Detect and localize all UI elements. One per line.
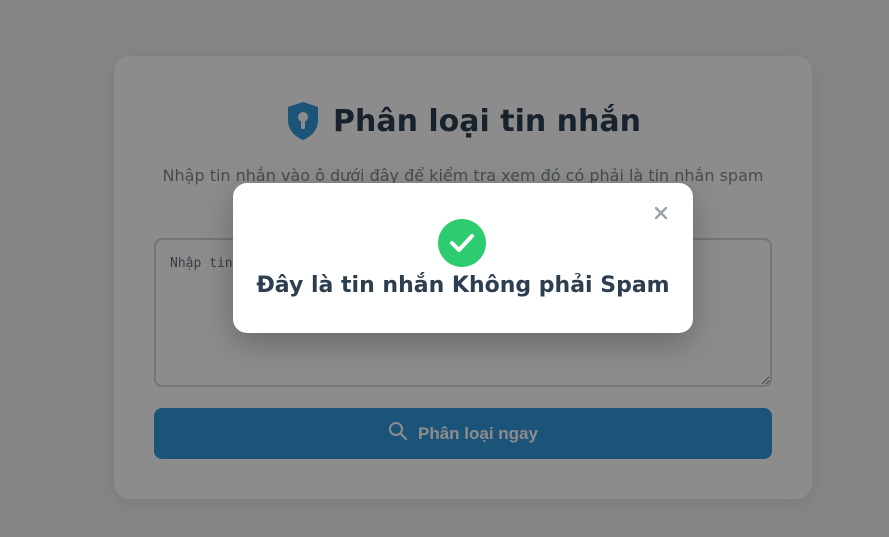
check-circle-icon [438,219,486,267]
result-modal: Đây là tin nhắn Không phải Spam [233,183,693,333]
close-icon[interactable] [653,205,669,221]
result-message: Đây là tin nhắn Không phải Spam [256,273,670,298]
